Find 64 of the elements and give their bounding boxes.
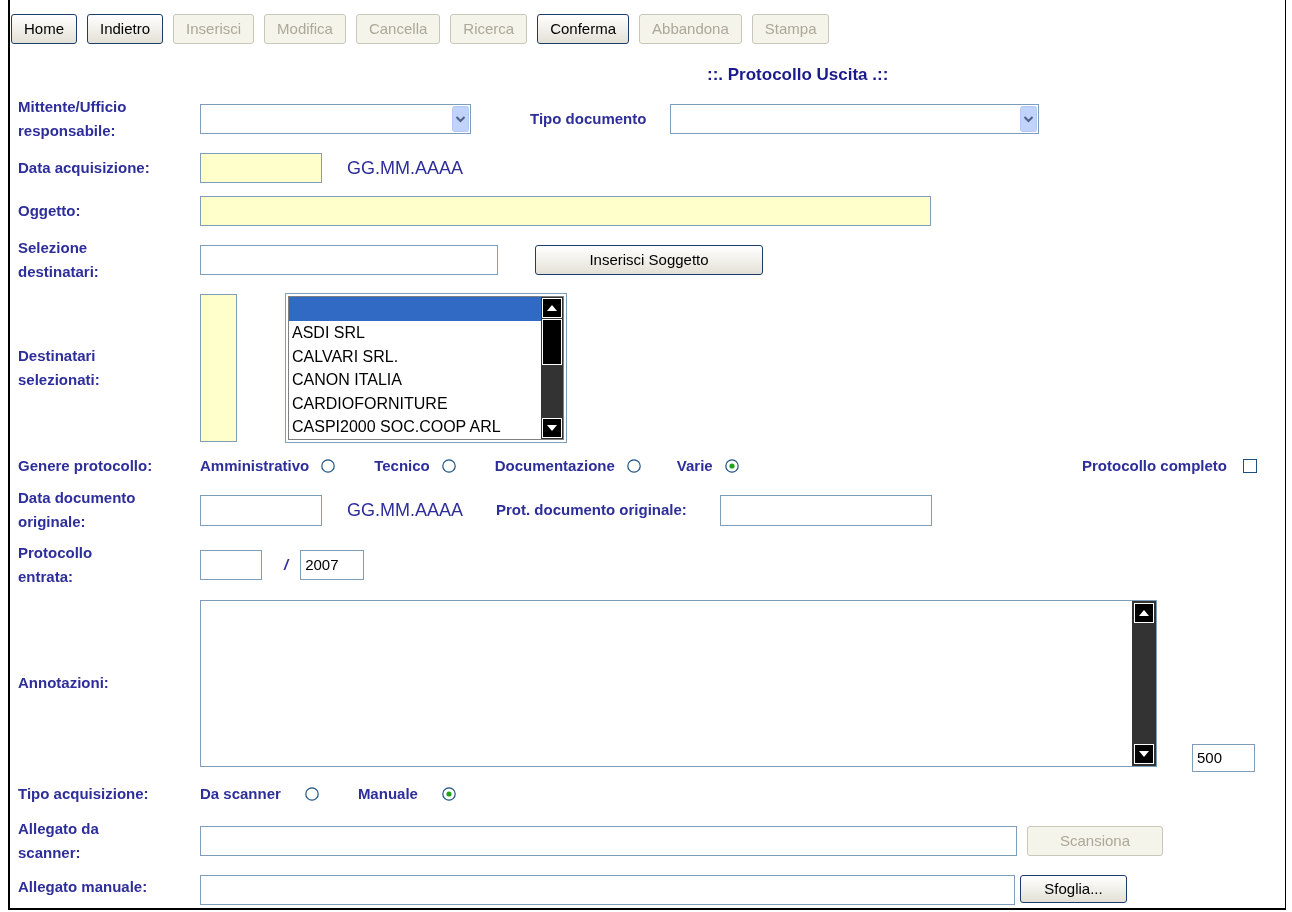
field-label: Selezione destinatari: — [18, 239, 99, 280]
button[interactable]: Sfoglia... — [1020, 875, 1127, 903]
radio-button[interactable] — [441, 459, 456, 473]
scrollbar[interactable] — [1132, 600, 1156, 766]
input-field[interactable] — [200, 153, 322, 183]
button[interactable]: Home — [11, 14, 77, 44]
field-label: Allegato da scanner: — [18, 820, 99, 861]
scroll-down-icon[interactable] — [1134, 743, 1154, 764]
option-label: Protocollo completo — [1082, 457, 1227, 475]
option-label: Da scanner — [200, 785, 281, 803]
button[interactable]: Indietro — [87, 14, 164, 44]
input-field[interactable] — [200, 196, 931, 226]
input-field[interactable]: 2007 — [300, 550, 365, 580]
scroll-down-icon[interactable] — [542, 418, 562, 438]
list-option[interactable]: CANON ITALIA — [289, 368, 541, 392]
field-label: Tipo acquisizione: — [18, 785, 149, 802]
button[interactable]: Conferma — [537, 14, 630, 44]
scroll-up-icon[interactable] — [1134, 602, 1154, 623]
checkbox[interactable] — [1243, 459, 1257, 473]
field-label: Protocollo entrata: — [18, 544, 93, 585]
list-option[interactable]: ASDI SRL — [289, 321, 541, 345]
input-field[interactable] — [719, 494, 932, 526]
field-label: Destinatari selezionati: — [18, 347, 100, 388]
input-field[interactable] — [200, 875, 1015, 905]
option-label: Amministrativo — [200, 457, 310, 475]
scrollbar-thumb[interactable] — [542, 319, 562, 365]
option-label: Documentazione — [494, 457, 615, 475]
format-hint: GG.MM.AAAA — [347, 156, 463, 180]
radio-button[interactable] — [626, 459, 641, 473]
radio-button[interactable] — [304, 787, 319, 801]
list-option[interactable]: CARDIOFORNITURE — [289, 391, 541, 415]
input-field[interactable] — [200, 550, 262, 580]
field-label: Mittente/Ufficio responsabile: — [18, 98, 127, 139]
counter-field: 500 — [1192, 744, 1255, 772]
list-option[interactable]: CALVARI SRL. — [289, 344, 541, 368]
text-area[interactable] — [200, 599, 1157, 767]
radio-button[interactable] — [321, 459, 336, 473]
input-field[interactable] — [200, 245, 498, 275]
scroll-up-icon[interactable] — [542, 298, 562, 318]
dropdown[interactable] — [670, 104, 1040, 134]
scrollbar[interactable] — [541, 297, 563, 439]
field-label: Data acquisizione: — [18, 159, 150, 176]
form-title: ::. Protocollo Uscita .:: — [707, 64, 889, 87]
field-label: Oggetto: — [18, 202, 81, 219]
button[interactable]: Inserisci Soggetto — [535, 245, 763, 275]
field-label: Genere protocollo: — [18, 457, 153, 474]
input-field[interactable] — [200, 826, 1017, 856]
dropdown[interactable] — [200, 104, 471, 134]
radio-button[interactable] — [724, 459, 739, 473]
format-hint: GG.MM.AAAA — [347, 498, 463, 522]
field-label: Allegato manuale: — [18, 878, 148, 895]
list-box[interactable]: ASDI SRL CALVARI SRL. CANON ITALIA CARDIOFORNITURE CASPI2000 SOC.COOP ARL — [285, 293, 567, 443]
option-label: Manuale — [357, 785, 418, 803]
field-label: Tipo documento — [530, 110, 647, 128]
list-option[interactable]: CASPI2000 SOC.COOP ARL — [289, 415, 541, 439]
separator-text: / — [284, 554, 289, 575]
list-box[interactable] — [200, 294, 237, 442]
field-label: Prot. documento originale: — [496, 501, 687, 519]
input-field[interactable] — [200, 494, 322, 526]
radio-button[interactable] — [441, 787, 456, 801]
option-label: Tecnico — [374, 457, 430, 475]
field-label: Data documento originale: — [18, 489, 136, 530]
option-label: Varie — [676, 457, 713, 475]
field-label: Annotazioni: — [18, 674, 109, 691]
